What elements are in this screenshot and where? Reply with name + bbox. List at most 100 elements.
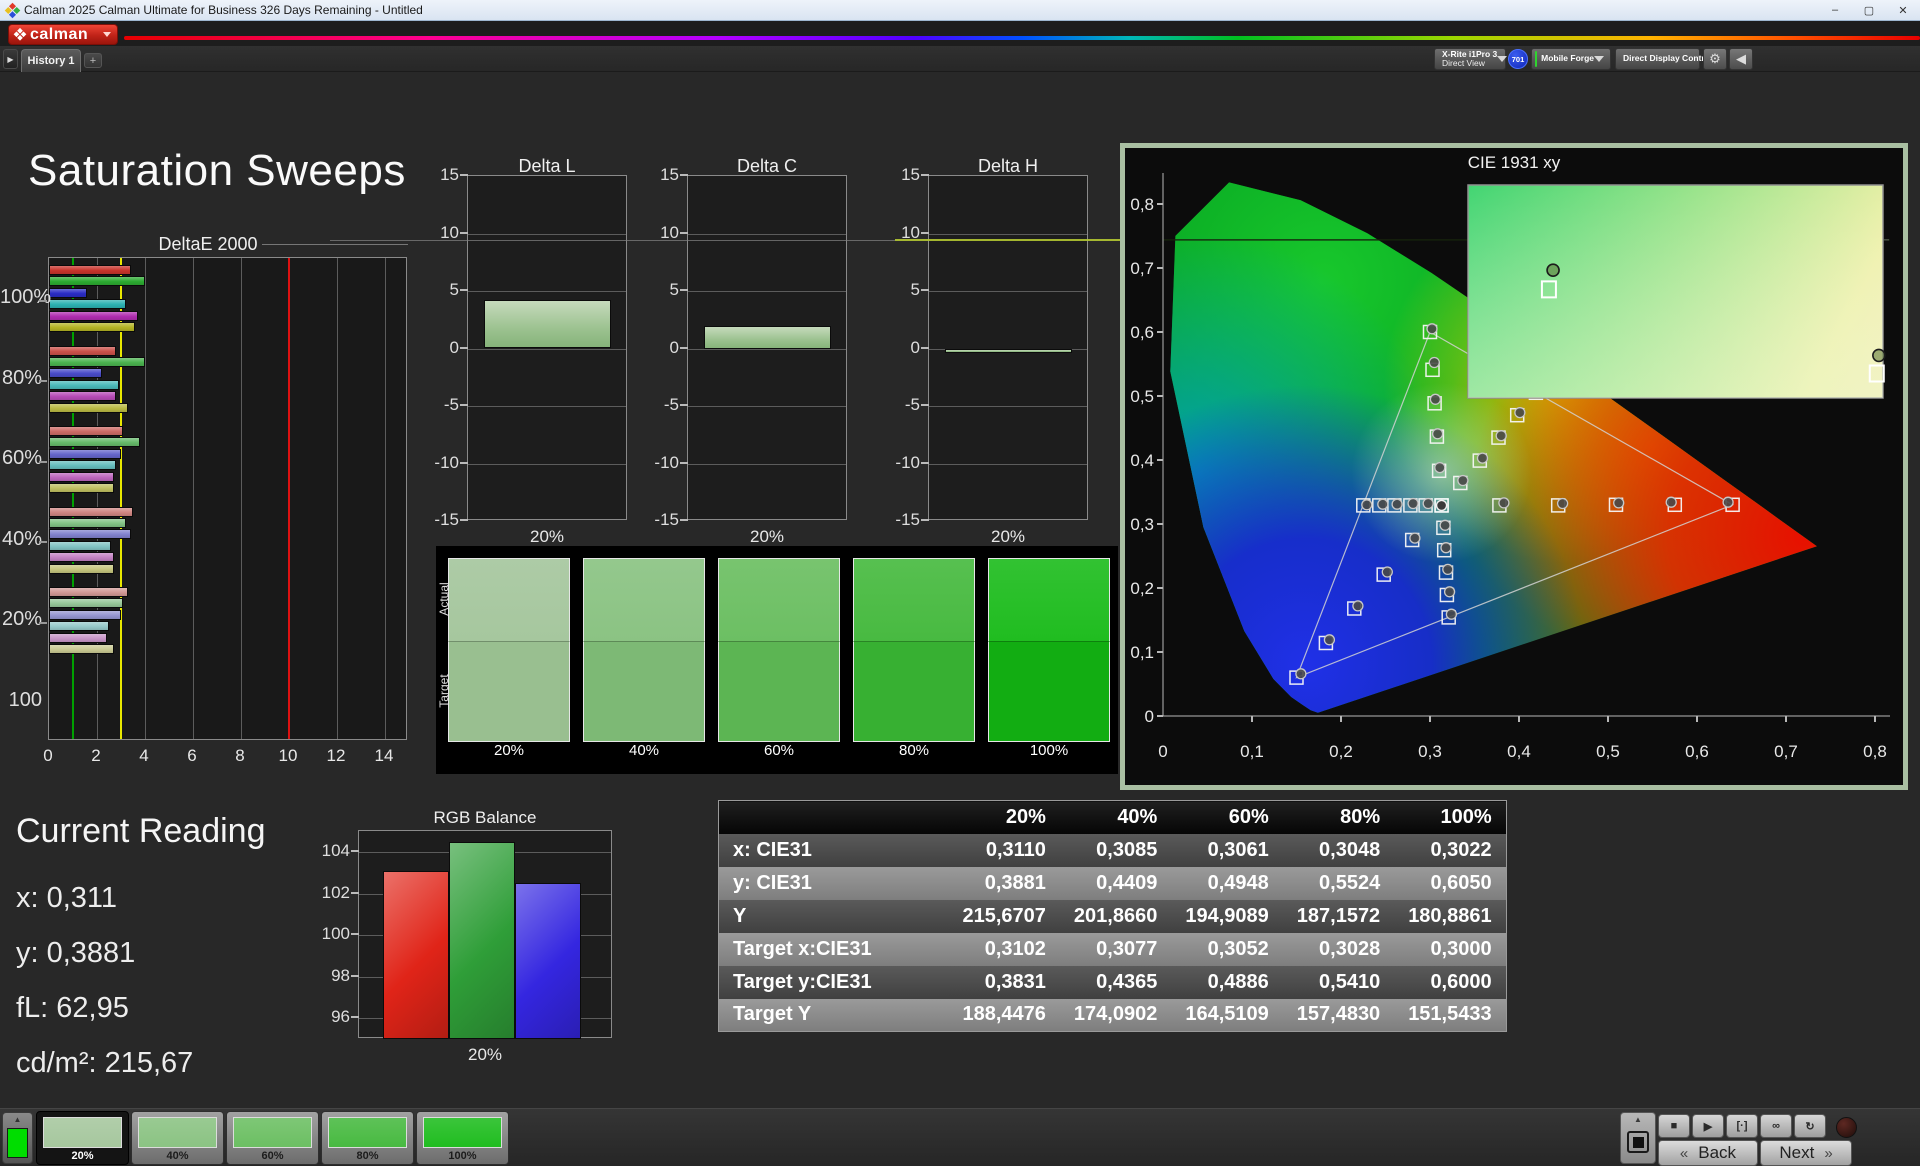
deltae-bar-green (49, 356, 145, 367)
row-label: x: CIE31 (718, 833, 949, 867)
tab-bar: ▶ History 1 + X-Rite i1Pro 3 Direct View… (0, 46, 1920, 72)
gridline (145, 258, 146, 739)
delta_l-y-tick: -10 (434, 452, 459, 472)
axis-tick (351, 933, 359, 936)
pattern-level-swatch (233, 1117, 312, 1148)
deltae-bar-red (49, 265, 131, 275)
deltae-bar-cyan (49, 621, 109, 632)
table-cell: 0,3102 (948, 932, 1060, 966)
delta_c-y-tick: -5 (663, 395, 679, 414)
deltae-x-tick: 8 (235, 746, 245, 765)
add-tab-button[interactable]: + (84, 53, 102, 68)
pattern-color-button[interactable]: ▲ (2, 1112, 33, 1164)
stop-button[interactable]: ■ (1658, 1114, 1690, 1138)
axis-tick (460, 346, 468, 349)
close-icon[interactable]: ✕ (1886, 0, 1920, 20)
row-label: Target Y (718, 998, 949, 1032)
table-cell: 164,5109 (1171, 998, 1283, 1032)
deltae-title-rule (262, 244, 408, 245)
current-reading: Current Reading x: 0,311 y: 0,3881 fL: 6… (16, 812, 265, 1091)
pattern-level-swatch (138, 1117, 217, 1148)
interval-button[interactable]: [·] (1726, 1114, 1758, 1138)
deltae-x-tick: 12 (326, 746, 346, 765)
reading-x: x: 0,311 (16, 882, 118, 914)
table-cell: 0,6050 (1394, 866, 1507, 900)
table-cell: 0,4409 (1059, 866, 1172, 900)
next-button[interactable]: Next » (1760, 1140, 1852, 1166)
table-row: Target Y 188,4476 174,0902 164,5109 157,4830… (718, 998, 1507, 1032)
tab-scroll-button[interactable]: ▶ (3, 49, 18, 69)
next-label: Next (1779, 1143, 1815, 1162)
settings-gear-icon[interactable]: ⚙ (1703, 48, 1727, 70)
loop-button[interactable]: ∞ (1760, 1114, 1792, 1138)
deltae-x-tick: 6 (187, 746, 197, 765)
meter-badge[interactable]: 701 (1508, 49, 1528, 69)
actual-target-swatches: Actual Target 20% 40% 60% 80% 100% (436, 546, 1118, 774)
source-dropdown[interactable]: Mobile Forge (1531, 48, 1611, 70)
delta_h-x-label: 20% (990, 527, 1026, 546)
axis-tick (460, 404, 468, 406)
axis-tick (39, 541, 47, 543)
pattern-level-100%[interactable]: 100% (416, 1111, 509, 1165)
swatch-column-60% (718, 558, 840, 742)
axis-tick (460, 174, 468, 176)
gridline (929, 406, 1087, 407)
deltae-group-label: 100 (8, 688, 42, 711)
table-cell: 0,3085 (1059, 833, 1172, 867)
table-cell: 0,3831 (948, 965, 1060, 999)
pattern-level-60%[interactable]: 60% (226, 1111, 319, 1165)
swatch-level-label: 40% (628, 742, 660, 759)
delta_l-y-tick: 15 (440, 165, 459, 184)
gridline (688, 291, 846, 292)
pattern-level-40%[interactable]: 40% (131, 1111, 224, 1165)
rainbow-divider (124, 36, 1920, 40)
play-button[interactable]: ▶ (1692, 1114, 1724, 1138)
deltae-bar-red (49, 345, 117, 356)
pattern-level-80%[interactable]: 80% (321, 1111, 414, 1165)
calman-menu-button[interactable]: calman (8, 24, 118, 45)
pattern-level-label: 40% (166, 1150, 189, 1162)
deltae-group-label: 80% (1, 366, 42, 389)
svg-text:0,2: 0,2 (1329, 742, 1353, 761)
axis-tick (39, 460, 47, 463)
svg-text:0,8: 0,8 (1863, 742, 1887, 761)
table-cell: 0,3061 (1171, 833, 1283, 867)
table-cell: 0,3000 (1394, 932, 1507, 966)
display-control-dropdown[interactable]: Direct Display Control (1615, 48, 1723, 70)
pattern-level-swatch (423, 1117, 502, 1148)
svg-text:0,8: 0,8 (1130, 195, 1154, 214)
minimize-icon[interactable]: – (1818, 0, 1852, 20)
axis-tick (39, 380, 47, 382)
axis-tick (351, 891, 359, 894)
deltae-bar-red (49, 506, 133, 517)
column-header: 100% (1394, 800, 1507, 834)
tab-history-1[interactable]: History 1 (21, 49, 81, 72)
axis-tick (921, 519, 929, 521)
deltae-bar-green (49, 276, 145, 287)
table-row: Target x:CIE31 0,3102 0,3077 0,3052 0,3028 0,… (718, 932, 1507, 966)
deltae-plot-area (48, 257, 407, 740)
pattern-window-button[interactable]: ▲ (1620, 1112, 1656, 1164)
deltae-group-label: 60% (1, 447, 42, 469)
delta_l-title: Delta L (518, 156, 576, 176)
deltae-x-tick: 4 (139, 746, 149, 765)
rgb-bar-blue (515, 883, 581, 1039)
overlay-line-green (895, 239, 1120, 241)
collapse-panel-icon[interactable]: ◀ (1729, 48, 1753, 70)
delta_c-y-tick: 5 (669, 280, 679, 299)
display-control-name: Direct Display Control (1623, 53, 1713, 64)
axis-tick (351, 974, 359, 977)
rgb-y-tick: 104 (321, 841, 350, 861)
gridline (385, 258, 386, 739)
pattern-level-swatch (43, 1117, 122, 1148)
gridline (688, 348, 846, 350)
table-cell: 0,3077 (1059, 932, 1172, 966)
axis-tick (921, 231, 929, 234)
pattern-level-20%[interactable]: 20% (36, 1111, 129, 1165)
meter-dropdown[interactable]: X-Rite i1Pro 3 Direct View (1434, 48, 1508, 70)
chevron-down-icon (1594, 56, 1604, 62)
back-button[interactable]: « Back (1658, 1140, 1758, 1166)
maximize-icon[interactable]: ▢ (1852, 0, 1886, 20)
delta_c-bar (704, 325, 831, 349)
refresh-button[interactable]: ↻ (1794, 1114, 1826, 1138)
